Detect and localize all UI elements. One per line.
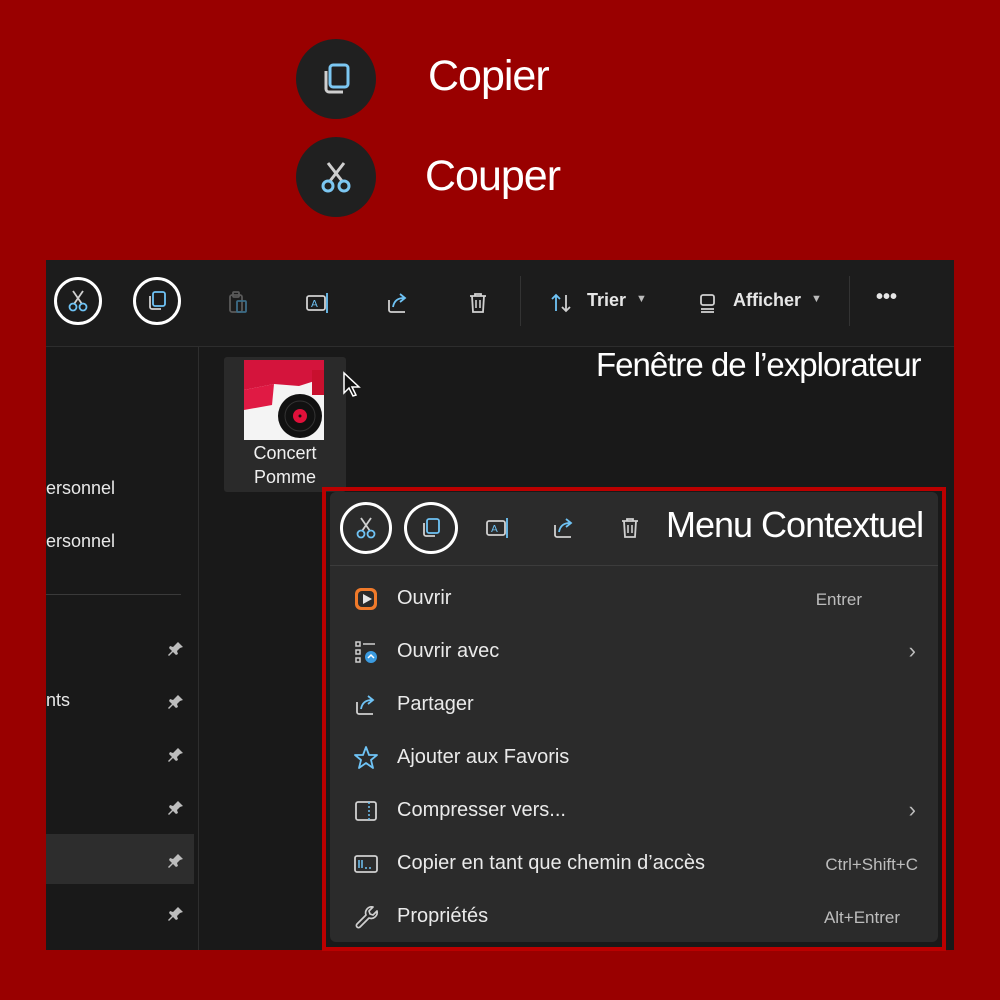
svg-text:A: A (311, 299, 318, 310)
more-options-button[interactable]: ••• (876, 286, 897, 309)
menu-item-label: Ouvrir (397, 587, 452, 609)
context-rename-icon[interactable]: A (476, 506, 520, 550)
pin-icon[interactable] (168, 800, 184, 816)
copy-legend-label: Copier (428, 52, 550, 100)
album-cover-thumbnail (244, 360, 324, 440)
context-copy-icon[interactable] (404, 502, 458, 554)
toolbar-separator (849, 276, 850, 326)
menu-item-shortcut: Entrer (815, 590, 862, 609)
zip-folder-icon (352, 797, 380, 825)
navigation-pane: ersonnel ersonnel nts (46, 347, 199, 950)
context-cut-icon[interactable] (340, 502, 392, 554)
svg-text:A: A (491, 524, 498, 535)
nav-item-label[interactable]: ersonnel (46, 478, 115, 499)
menu-item-label: Ouvrir avec (397, 640, 500, 662)
menu-item-copy-path[interactable]: Copier en tant que chemin d’accès Ctrl+S… (330, 840, 938, 888)
view-button[interactable]: Afficher (733, 290, 801, 311)
delete-icon[interactable] (456, 281, 500, 325)
menu-item-shortcut: Ctrl+Shift+C (825, 855, 918, 874)
pin-icon[interactable] (168, 747, 184, 763)
star-icon (352, 744, 380, 772)
menu-item-shortcut: Alt+Entrer (823, 908, 900, 927)
sort-chevron-icon: ▼ (636, 293, 647, 305)
menu-item-share[interactable]: Partager (330, 681, 938, 729)
menu-item-label: Partager (397, 693, 474, 715)
cut-icon[interactable] (54, 277, 102, 325)
menu-item-label: Compresser vers... (397, 799, 566, 821)
media-player-icon (352, 585, 380, 613)
submenu-chevron-icon: › (908, 797, 916, 822)
rename-icon[interactable]: A (296, 281, 340, 325)
context-menu-caption: Menu Contextuel (666, 504, 924, 545)
menu-item-open-with[interactable]: Ouvrir avec › (330, 628, 938, 676)
sort-icon[interactable] (540, 281, 584, 325)
pin-icon[interactable] (168, 853, 184, 869)
menu-item-compress[interactable]: Compresser vers... › (330, 787, 938, 835)
pin-icon[interactable] (168, 694, 184, 710)
copy-path-icon (352, 850, 380, 878)
menu-item-label: Ajouter aux Favoris (397, 746, 570, 768)
file-name-line1: Concert (253, 443, 317, 463)
explorer-caption: Fenêtre de l’explorateur (596, 346, 922, 383)
context-delete-icon[interactable] (608, 506, 652, 550)
share-icon (352, 691, 380, 719)
open-with-icon (352, 638, 380, 666)
context-share-icon[interactable] (542, 506, 586, 550)
nav-item-label[interactable]: ersonnel (46, 531, 115, 552)
menu-item-properties[interactable]: Propriétés Alt+Entrer (330, 893, 938, 941)
wrench-icon (352, 903, 380, 931)
mouse-cursor-icon (342, 371, 366, 404)
context-menu-separator (330, 565, 938, 566)
submenu-chevron-icon: › (908, 638, 916, 663)
toolbar-separator (520, 276, 521, 326)
share-icon[interactable] (376, 281, 420, 325)
cut-legend-icon (296, 137, 376, 217)
paste-icon[interactable] (216, 281, 260, 325)
view-chevron-icon: ▼ (811, 293, 822, 305)
context-menu: A Menu Contextuel Ouvrir Entrer Ouvrir a… (330, 492, 938, 942)
menu-item-open[interactable]: Ouvrir Entrer (330, 575, 938, 623)
copy-icon[interactable] (133, 277, 181, 325)
menu-item-label: Propriétés (397, 905, 489, 927)
nav-divider (46, 594, 181, 595)
pin-icon[interactable] (168, 641, 184, 657)
sort-button[interactable]: Trier (587, 290, 626, 311)
menu-item-add-favorites[interactable]: Ajouter aux Favoris (330, 734, 938, 782)
explorer-toolbar: A Trier ▼ Afficher ▼ ••• (46, 260, 954, 347)
copy-legend-icon (296, 39, 376, 119)
file-item[interactable]: Concert Pomme (224, 357, 346, 492)
pin-icon[interactable] (168, 906, 184, 922)
cut-legend-label: Couper (425, 152, 561, 200)
nav-item-label[interactable]: nts (46, 690, 70, 711)
view-icon[interactable] (686, 281, 730, 325)
menu-item-label: Copier en tant que chemin d’accès (397, 852, 705, 874)
